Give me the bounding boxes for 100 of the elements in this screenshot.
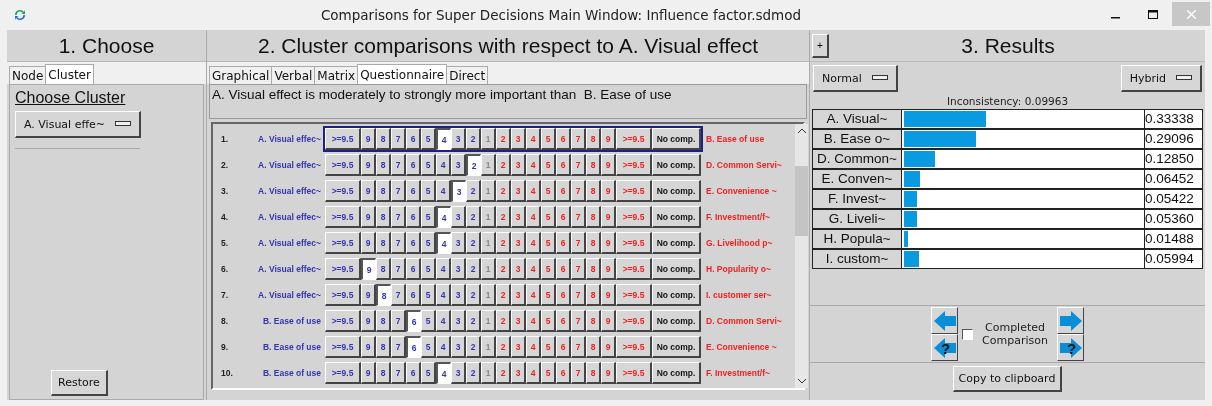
scale-button[interactable]: 4 [436, 310, 451, 332]
scale-button[interactable]: 9 [361, 336, 376, 358]
scale-button[interactable]: 3 [451, 180, 466, 202]
scale-button[interactable]: 3 [451, 362, 466, 384]
scrollbar[interactable] [795, 124, 808, 388]
copy-button[interactable]: Copy to clipboard [952, 366, 1063, 392]
scale-button[interactable]: 2 [466, 180, 481, 202]
tab[interactable]: Cluster [45, 64, 94, 84]
restore-button[interactable]: Restore [51, 370, 108, 396]
scale-button[interactable]: >=9.5 [325, 128, 361, 150]
scale-button[interactable]: 8 [376, 154, 391, 176]
scale-button[interactable]: 4 [436, 180, 451, 202]
scale-button[interactable]: 7 [391, 362, 406, 384]
scale-button[interactable]: 8 [376, 284, 391, 306]
scale-button[interactable]: 9 [361, 206, 376, 228]
scale-button[interactable]: 6 [406, 258, 421, 280]
scale-button[interactable]: 5 [421, 336, 436, 358]
scale-button[interactable]: 6 [406, 232, 421, 254]
scale-button[interactable]: >=9.5 [325, 258, 361, 280]
tab[interactable]: Questionnaire [357, 64, 448, 84]
scale-button[interactable]: 7 [391, 284, 406, 306]
scale-button[interactable]: 8 [376, 128, 391, 150]
previous-button[interactable] [931, 307, 958, 334]
scale-button[interactable]: 5 [421, 206, 436, 228]
scale-button[interactable]: 4 [436, 362, 451, 384]
scale-button[interactable]: 4 [436, 284, 451, 306]
scale-button[interactable]: 6 [406, 180, 421, 202]
scale-button[interactable]: 5 [421, 180, 436, 202]
scale-button[interactable]: 9 [361, 310, 376, 332]
mode-dropdown[interactable]: Normal [813, 65, 898, 92]
scale-button[interactable]: 5 [421, 232, 436, 254]
tab[interactable]: Graphical [209, 66, 273, 84]
scale-button[interactable]: No comp. [652, 232, 701, 254]
scale-button[interactable]: 3 [451, 284, 466, 306]
scale-button[interactable]: 7 [391, 206, 406, 228]
scale-button[interactable]: 9 [361, 362, 376, 384]
scale-button[interactable]: No comp. [652, 258, 701, 280]
scale-button[interactable]: 9 [361, 154, 376, 176]
scale-button[interactable]: 9 [361, 232, 376, 254]
scale-button[interactable]: 3 [451, 232, 466, 254]
scale-button[interactable]: No comp. [652, 154, 701, 176]
scale-button[interactable]: 8 [376, 232, 391, 254]
scale-button[interactable]: 7 [391, 154, 406, 176]
scale-button[interactable]: >=9.5 [325, 232, 361, 254]
scale-button[interactable]: 5 [421, 284, 436, 306]
scale-button[interactable]: >=9.5 [325, 154, 361, 176]
scale-button[interactable]: 9 [361, 284, 376, 306]
scale-button[interactable]: 9 [361, 258, 376, 280]
scale-button[interactable]: 8 [376, 362, 391, 384]
scale-button[interactable]: 4 [436, 232, 451, 254]
scale-button[interactable]: 2 [466, 154, 481, 176]
scale-button[interactable]: >=9.5 [325, 284, 361, 306]
scale-button[interactable]: 2 [466, 336, 481, 358]
scale-button[interactable]: 5 [421, 258, 436, 280]
cluster-dropdown[interactable]: A. Visual effe~ [15, 111, 141, 138]
scale-button[interactable]: 8 [376, 180, 391, 202]
scale-button[interactable]: 2 [466, 232, 481, 254]
tab[interactable]: Direct [446, 66, 489, 84]
scale-button[interactable]: 7 [391, 258, 406, 280]
scale-button[interactable]: No comp. [652, 362, 701, 384]
scale-button[interactable]: 4 [436, 154, 451, 176]
scale-button[interactable]: 5 [421, 154, 436, 176]
scale-button[interactable]: 5 [421, 362, 436, 384]
scale-button[interactable]: 2 [466, 362, 481, 384]
expand-button[interactable]: + [812, 33, 829, 58]
scale-button[interactable]: 6 [406, 128, 421, 150]
scale-button[interactable]: 6 [406, 362, 421, 384]
scale-button[interactable]: 9 [361, 180, 376, 202]
scale-button[interactable]: 3 [451, 310, 466, 332]
scale-button[interactable]: 8 [376, 258, 391, 280]
scale-button[interactable]: 6 [406, 284, 421, 306]
scale-button[interactable]: 7 [391, 232, 406, 254]
scale-button[interactable]: 7 [391, 336, 406, 358]
scale-button[interactable]: >=9.5 [325, 336, 361, 358]
scale-button[interactable]: 4 [436, 206, 451, 228]
scale-button[interactable]: 6 [406, 206, 421, 228]
scale-button[interactable]: 6 [406, 154, 421, 176]
scale-button[interactable]: 2 [466, 128, 481, 150]
scale-button[interactable]: 3 [451, 258, 466, 280]
scale-button[interactable]: No comp. [652, 284, 701, 306]
scale-button[interactable]: 5 [421, 128, 436, 150]
scale-button[interactable]: 2 [466, 310, 481, 332]
scale-button[interactable]: >=9.5 [325, 310, 361, 332]
scale-button[interactable]: No comp. [652, 336, 701, 358]
next-button[interactable] [1057, 307, 1084, 334]
scale-button[interactable]: No comp. [652, 128, 701, 150]
scale-button[interactable]: 8 [376, 336, 391, 358]
scale-button[interactable]: 4 [436, 336, 451, 358]
scale-button[interactable]: >=9.5 [325, 180, 361, 202]
scale-button[interactable]: No comp. [652, 206, 701, 228]
method-dropdown[interactable]: Hybrid [1120, 65, 1202, 92]
scale-button[interactable]: 2 [466, 258, 481, 280]
scale-button[interactable]: 5 [421, 310, 436, 332]
scale-button[interactable]: 4 [436, 128, 451, 150]
previous-help-button[interactable]: ? [931, 334, 958, 361]
scale-button[interactable]: 4 [436, 258, 451, 280]
scale-button[interactable]: 6 [406, 336, 421, 358]
scale-button[interactable]: 8 [376, 206, 391, 228]
scale-button[interactable]: 2 [466, 206, 481, 228]
scale-button[interactable]: 9 [361, 128, 376, 150]
